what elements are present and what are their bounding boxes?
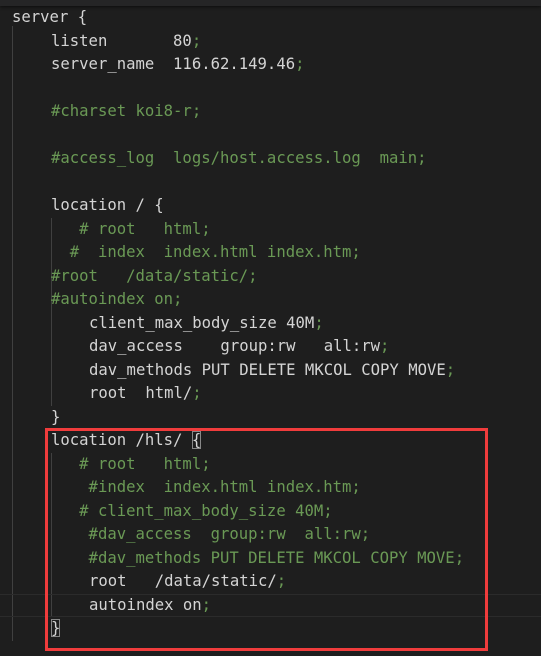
annotation-highlight-box <box>45 428 488 651</box>
semicolon: ; <box>380 337 390 355</box>
code-line[interactable]: server { <box>12 6 87 30</box>
code-line[interactable]: } <box>51 406 60 430</box>
semicolon: ; <box>295 55 305 73</box>
code-comment-line[interactable]: # root html; <box>51 218 211 242</box>
semicolon: ; <box>192 384 202 402</box>
code-comment-line[interactable]: #root /data/static/; <box>51 265 258 289</box>
code-line[interactable]: root html/; <box>89 382 202 406</box>
comment-text: #autoindex on; <box>51 290 183 308</box>
code-text: } <box>51 407 61 426</box>
code-comment-line[interactable]: #access_log logs/host.access.log main; <box>51 147 427 171</box>
code-text: dav_methods PUT DELETE MKCOL COPY MOVE <box>89 360 446 379</box>
semicolon: ; <box>191 31 202 50</box>
code-text: root html/ <box>89 384 193 402</box>
semicolon: ; <box>314 313 324 332</box>
code-text: listen 80 <box>51 31 192 50</box>
code-text: server_name 116.62.149.46 <box>51 55 296 73</box>
comment-text: #access_log logs/host.access.log main; <box>51 149 427 167</box>
code-line[interactable]: location / { <box>51 194 164 218</box>
code-text: location / { <box>51 196 164 214</box>
code-line[interactable]: dav_methods PUT DELETE MKCOL COPY MOVE; <box>89 359 455 383</box>
comment-text: #charset koi8-r; <box>51 102 202 120</box>
code-comment-line[interactable]: #charset koi8-r; <box>51 100 201 124</box>
code-line[interactable]: dav_access group:rw all:rw; <box>89 335 389 359</box>
code-line[interactable]: client_max_body_size 40M; <box>89 312 324 336</box>
indent-guide <box>12 25 13 641</box>
code-text: server { <box>12 8 88 26</box>
code-comment-line[interactable]: #autoindex on; <box>51 288 182 312</box>
semicolon: ; <box>445 360 456 379</box>
comment-text: # root html; <box>51 219 211 238</box>
code-line[interactable]: listen 80; <box>51 30 201 54</box>
code-text: dav_access group:rw all:rw <box>89 337 381 355</box>
comment-text: #root /data/static/; <box>51 266 258 285</box>
code-text: client_max_body_size 40M <box>89 313 315 332</box>
code-comment-line[interactable]: # index index.html index.htm; <box>51 241 361 265</box>
code-line[interactable]: server_name 116.62.149.46; <box>51 53 305 77</box>
comment-text: # index index.html index.htm; <box>51 243 361 261</box>
